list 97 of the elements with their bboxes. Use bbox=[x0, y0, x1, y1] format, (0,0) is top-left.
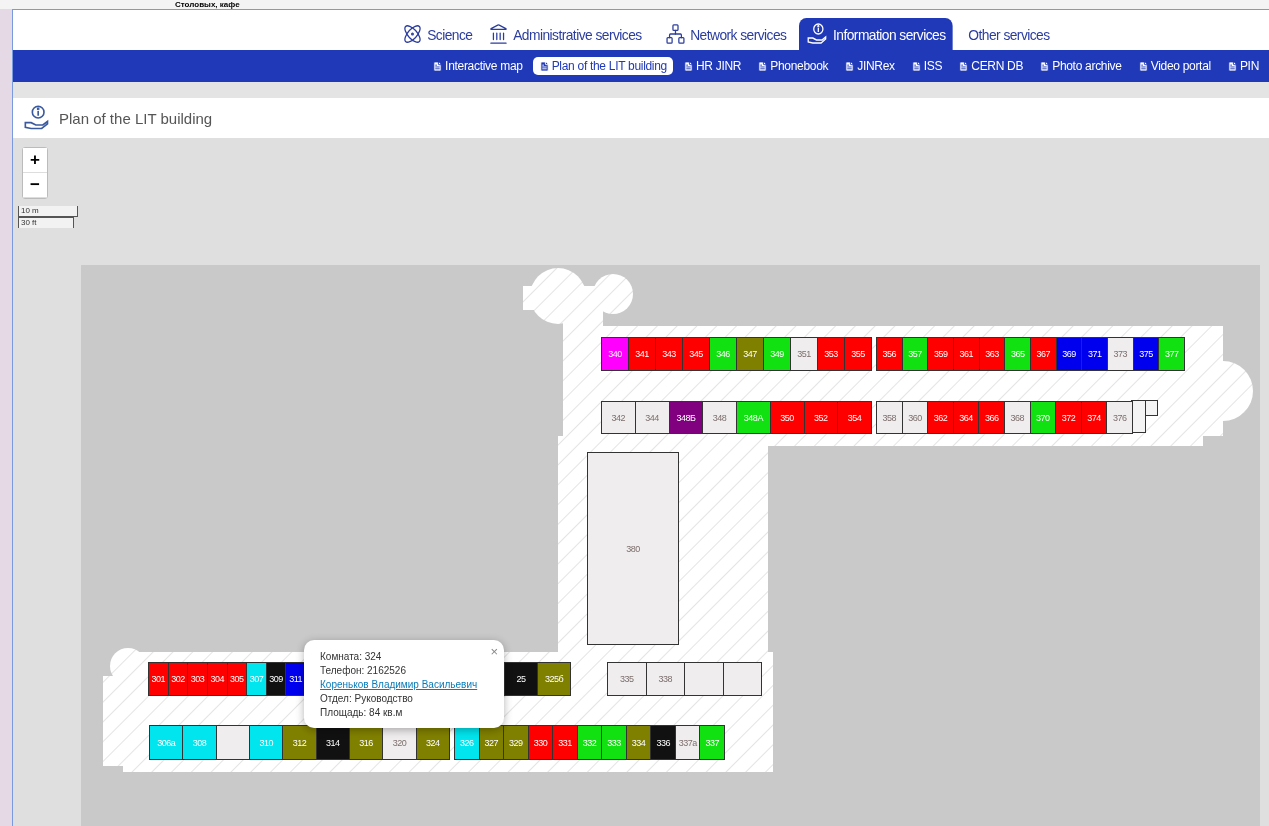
room[interactable]: 367 bbox=[1031, 338, 1057, 370]
room[interactable]: 359 bbox=[928, 338, 954, 370]
room[interactable]: 348Б bbox=[669, 402, 704, 433]
room[interactable]: 363 bbox=[979, 338, 1006, 370]
room[interactable]: 335 bbox=[608, 663, 647, 695]
room[interactable]: 329 bbox=[504, 726, 529, 759]
room[interactable]: 352 bbox=[804, 402, 839, 433]
room[interactable]: 302 bbox=[168, 663, 189, 695]
document-icon bbox=[1137, 60, 1149, 72]
popup-line: Комната: 324 bbox=[320, 650, 383, 663]
page-title: Plan of the LIT building bbox=[59, 109, 213, 127]
document-icon bbox=[432, 60, 444, 72]
room[interactable]: 320 bbox=[383, 726, 417, 759]
hand-info-icon bbox=[23, 104, 51, 132]
floor-plan-map[interactable] bbox=[13, 138, 1269, 826]
popup-line: Отдел: Руководство bbox=[320, 692, 414, 705]
room[interactable]: 312 bbox=[283, 726, 317, 759]
document-icon bbox=[844, 60, 856, 72]
room[interactable]: 376 bbox=[1107, 402, 1132, 433]
room[interactable]: 355 bbox=[845, 338, 871, 370]
document-icon bbox=[683, 60, 694, 72]
close-button[interactable]: × bbox=[490, 644, 498, 659]
zoom-in-button[interactable]: + bbox=[23, 148, 47, 173]
sub-nav-link[interactable]: Plan of the LIT building bbox=[532, 57, 673, 75]
document-icon bbox=[1226, 60, 1238, 72]
room[interactable]: 304 bbox=[207, 663, 228, 695]
document-icon bbox=[757, 60, 769, 72]
room[interactable]: 361 bbox=[954, 338, 980, 370]
room[interactable]: 341 bbox=[629, 338, 656, 370]
room[interactable]: 375 bbox=[1133, 338, 1160, 370]
room[interactable]: 309 bbox=[266, 663, 287, 695]
hand-info-icon bbox=[806, 22, 829, 46]
room[interactable]: 334 bbox=[626, 726, 652, 759]
room[interactable]: 305 bbox=[227, 663, 248, 695]
room[interactable]: 342 bbox=[602, 402, 636, 433]
room[interactable]: 337а bbox=[675, 726, 701, 759]
room[interactable] bbox=[723, 663, 761, 695]
sub-nav-link[interactable]: JINRex bbox=[838, 57, 901, 75]
room[interactable]: 360 bbox=[902, 402, 929, 433]
room[interactable]: 351 bbox=[791, 338, 818, 370]
room[interactable]: 353 bbox=[818, 338, 845, 370]
popup-line: Площадь: 84 кв.м bbox=[320, 706, 404, 719]
atom-icon bbox=[402, 23, 423, 45]
network-icon bbox=[665, 23, 686, 45]
room[interactable]: 362 bbox=[928, 402, 954, 433]
room[interactable]: 356 bbox=[877, 338, 903, 370]
service-tab[interactable]: Other services bbox=[960, 18, 1057, 50]
room[interactable]: 347 bbox=[737, 338, 764, 370]
room[interactable]: 380 bbox=[588, 453, 678, 644]
building-icon bbox=[488, 23, 509, 45]
document-icon bbox=[910, 60, 922, 72]
scale-bar-metric: 10 m bbox=[18, 206, 78, 217]
document-icon bbox=[958, 60, 970, 72]
room[interactable]: 372 bbox=[1056, 402, 1082, 433]
service-tab[interactable]: Network services bbox=[657, 18, 794, 50]
room[interactable]: 364 bbox=[953, 402, 980, 433]
service-tab[interactable]: Information services bbox=[799, 18, 954, 50]
room[interactable]: 368 bbox=[1004, 402, 1031, 433]
room[interactable]: 343 bbox=[656, 338, 683, 370]
room[interactable]: 336 bbox=[651, 726, 676, 759]
person-link[interactable]: Кореньков Владимир Васильевич bbox=[320, 678, 488, 691]
room[interactable] bbox=[685, 663, 724, 695]
room[interactable]: 331 bbox=[553, 726, 578, 759]
room[interactable]: 340 bbox=[602, 338, 629, 370]
document-icon bbox=[1039, 60, 1051, 72]
room[interactable]: 301 bbox=[149, 663, 169, 695]
room[interactable]: 350 bbox=[770, 402, 805, 433]
room[interactable]: 371 bbox=[1082, 338, 1109, 370]
document-icon bbox=[538, 60, 550, 72]
map-label: Столовых, кафе bbox=[175, 0, 240, 9]
room[interactable]: 374 bbox=[1081, 402, 1108, 433]
scale-bar-imperial: 30 ft bbox=[18, 217, 74, 228]
room[interactable]: 303 bbox=[188, 663, 208, 695]
room[interactable]: 358 bbox=[877, 402, 903, 433]
room[interactable]: 366 bbox=[979, 402, 1005, 433]
room[interactable]: 25 bbox=[505, 663, 538, 695]
popup-line: Телефон: 2162526 bbox=[320, 664, 407, 677]
room[interactable]: 369 bbox=[1056, 338, 1083, 370]
service-tab[interactable]: Science bbox=[395, 18, 480, 50]
service-tab[interactable]: Administrative services bbox=[481, 18, 650, 50]
room[interactable] bbox=[216, 726, 250, 759]
room[interactable]: 345 bbox=[683, 338, 710, 370]
room[interactable]: 330 bbox=[528, 726, 554, 759]
room[interactable]: 338 bbox=[646, 663, 685, 695]
sub-nav-link[interactable]: HR JINR bbox=[677, 57, 748, 75]
sub-nav-link[interactable]: Video portal bbox=[1131, 57, 1217, 75]
sub-nav-link[interactable]: Interactive map bbox=[426, 57, 529, 75]
sub-nav-link[interactable]: Photo archive bbox=[1033, 57, 1128, 75]
sub-nav-link[interactable]: CERN DB bbox=[952, 57, 1030, 75]
sub-nav-link[interactable]: Phonebook bbox=[751, 57, 835, 75]
room[interactable]: 325б bbox=[538, 663, 570, 695]
sub-nav-link[interactable]: PIN bbox=[1220, 57, 1265, 75]
room[interactable]: 344 bbox=[635, 402, 670, 433]
room[interactable]: 373 bbox=[1108, 338, 1134, 370]
room[interactable]: 348 bbox=[703, 402, 737, 433]
room[interactable]: 354 bbox=[838, 402, 871, 433]
sub-nav-link[interactable]: ISS bbox=[904, 57, 949, 75]
